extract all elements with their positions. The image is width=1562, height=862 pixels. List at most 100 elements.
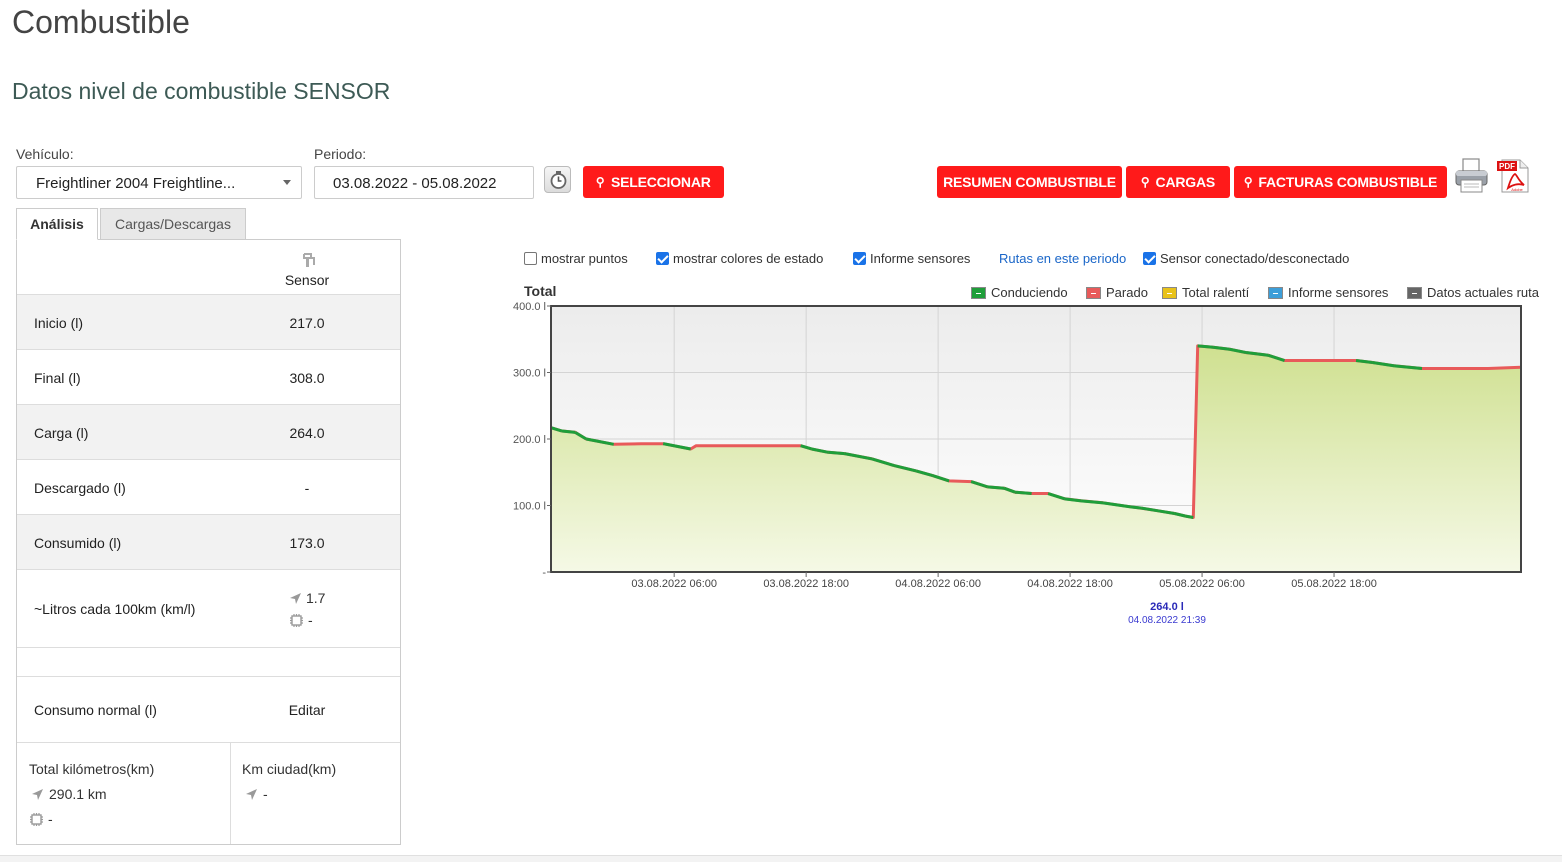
- footer-bar: [0, 855, 1562, 862]
- status-colors-option[interactable]: mostrar colores de estado: [656, 251, 823, 266]
- show-points-checkbox[interactable]: [524, 252, 537, 265]
- y-tick-label: 100.0 l: [513, 501, 546, 513]
- vehicle-select[interactable]: Freightliner 2004 Freightline...: [16, 166, 302, 199]
- per100-sensor-value: -: [308, 612, 313, 628]
- navigation-arrow-icon: [246, 788, 257, 800]
- x-tick-label: 04.08.2022 06:00: [895, 578, 981, 590]
- stopwatch-icon: [550, 171, 567, 189]
- y-tick-label: 200.0 l: [513, 434, 546, 446]
- driving-segment: [987, 485, 1005, 490]
- row-label: Final (l): [34, 370, 81, 386]
- fuel-invoices-button[interactable]: ⚲ FACTURAS COMBUSTIBLE: [1234, 166, 1447, 198]
- sensor-connected-label: Sensor conectado/desconectado: [1160, 251, 1350, 266]
- sensor-connected-option[interactable]: Sensor conectado/desconectado: [1143, 251, 1349, 266]
- total-km-gps: 290.1 km: [31, 786, 107, 802]
- search-icon: ⚲: [596, 175, 605, 189]
- sensor-report-checkbox[interactable]: [853, 252, 866, 265]
- driving-segment: [1212, 345, 1230, 351]
- status-colors-checkbox[interactable]: [656, 252, 669, 265]
- total-km-sensor-value: -: [48, 811, 53, 827]
- legend-label: Conduciendo: [991, 285, 1068, 300]
- loads-button-label: CARGAS: [1155, 174, 1216, 190]
- row-label: Descargado (l): [34, 480, 126, 496]
- city-km-gps-value: -: [263, 786, 268, 802]
- select-button[interactable]: ⚲ SELECCIONAR: [583, 166, 724, 198]
- sensor-connected-checkbox[interactable]: [1143, 252, 1156, 265]
- legend-driving[interactable]: Conduciendo: [971, 285, 1068, 300]
- per100-gps: 1.7: [289, 590, 325, 606]
- city-km-gps: -: [245, 786, 268, 802]
- total-km-cell: Total kilómetros(km) 290.1 km -: [17, 743, 231, 844]
- driving-segment: [1185, 514, 1194, 519]
- navigation-arrow-icon: [32, 788, 43, 800]
- analysis-row-load: Carga (l) 264.0: [17, 405, 400, 460]
- total-km-sensor: -: [29, 811, 53, 827]
- per100-sensor: -: [289, 612, 313, 628]
- pdf-icon-brand: Adobe: [1511, 187, 1523, 192]
- sensor-report-option[interactable]: Informe sensores: [853, 251, 970, 266]
- driving-segment: [1245, 351, 1258, 356]
- driving-segment: [1064, 497, 1082, 503]
- tab-loads-unloads[interactable]: Cargas/Descargas: [100, 208, 246, 240]
- legend-swatch: [971, 286, 986, 299]
- legend-label: Total ralentí: [1182, 285, 1250, 300]
- x-tick-label: 04.08.2022 18:00: [1027, 578, 1113, 590]
- legend-label: Parado: [1106, 285, 1148, 300]
- legend-idle[interactable]: Total ralentí: [1162, 285, 1249, 300]
- fuel-pump-icon: [303, 253, 315, 267]
- page-subtitle: Datos nivel de combustible SENSOR: [12, 78, 391, 104]
- pdf-icon[interactable]: PDF Adobe: [1496, 158, 1532, 194]
- analysis-panel: Sensor Inicio (l) 217.0 Final (l) 308.0 …: [16, 239, 401, 845]
- fuel-level-chart[interactable]: - 100.0 l 200.0 l 300.0 l 400.0 l 03.08.2022…: [490, 300, 1530, 596]
- analysis-row-start: Inicio (l) 217.0: [17, 295, 400, 350]
- row-label: Consumido (l): [34, 535, 122, 551]
- vehicle-label: Vehículo:: [16, 146, 74, 162]
- total-km-label: Total kilómetros(km): [29, 761, 155, 777]
- loads-button[interactable]: ⚲ CARGAS: [1126, 166, 1230, 198]
- legend-route-data[interactable]: Datos actuales ruta: [1407, 285, 1539, 300]
- row-value: 264.0: [289, 425, 325, 441]
- period-input[interactable]: 03.08.2022 - 05.08.2022: [314, 166, 534, 199]
- legend-stopped[interactable]: Parado: [1086, 285, 1148, 300]
- status-colors-label: mostrar colores de estado: [673, 251, 824, 266]
- show-points-label: mostrar puntos: [541, 251, 628, 266]
- pdf-icon-text: PDF: [1499, 162, 1515, 171]
- legend-swatch: [1086, 286, 1101, 299]
- row-label: Consumo normal (l): [34, 702, 157, 718]
- tab-analysis[interactable]: Análisis: [16, 208, 98, 240]
- printer-icon[interactable]: [1454, 157, 1490, 195]
- legend-label: Datos actuales ruta: [1427, 285, 1540, 300]
- routes-link[interactable]: Rutas en este periodo: [999, 251, 1126, 266]
- fuel-summary-label: RESUMEN COMBUSTIBLE: [943, 174, 1116, 190]
- chip-icon: [290, 613, 303, 627]
- legend-label: Informe sensores: [1288, 285, 1389, 300]
- legend-swatch: [1268, 286, 1283, 299]
- fuel-summary-button[interactable]: RESUMEN COMBUSTIBLE: [937, 166, 1122, 198]
- driving-segment: [1080, 499, 1104, 505]
- fuel-invoices-label: FACTURAS COMBUSTIBLE: [1258, 174, 1438, 190]
- x-tick-label: 03.08.2022 18:00: [763, 578, 849, 590]
- row-label: Carga (l): [34, 425, 89, 441]
- sensor-column-header: Sensor: [284, 272, 330, 288]
- driving-segment: [561, 429, 576, 434]
- show-points-option[interactable]: mostrar puntos: [524, 251, 628, 266]
- y-tick-label: 300.0 l: [513, 368, 546, 380]
- legend-swatch: [1162, 286, 1177, 299]
- sensor-report-label: Informe sensores: [870, 251, 971, 266]
- driving-segment: [1355, 359, 1373, 365]
- analysis-row-end: Final (l) 308.0: [17, 350, 400, 405]
- search-icon: ⚲: [1140, 175, 1150, 189]
- tooltip-date: 04.08.2022 21:39: [1128, 615, 1206, 626]
- analysis-row-unloaded: Descargado (l) -: [17, 460, 400, 515]
- edit-link[interactable]: Editar: [257, 702, 357, 718]
- spacer-row: [17, 648, 400, 677]
- analysis-row-normal: Consumo normal (l) Editar: [17, 677, 400, 743]
- driving-segment: [1130, 505, 1142, 510]
- time-picker-button[interactable]: [544, 166, 571, 193]
- row-value: 308.0: [289, 370, 325, 386]
- driving-segment: [1014, 490, 1032, 496]
- row-value: 173.0: [289, 535, 325, 551]
- per100-gps-value: 1.7: [306, 590, 326, 606]
- legend-sensor-report[interactable]: Informe sensores: [1268, 285, 1388, 300]
- chart-title: Total: [524, 283, 557, 299]
